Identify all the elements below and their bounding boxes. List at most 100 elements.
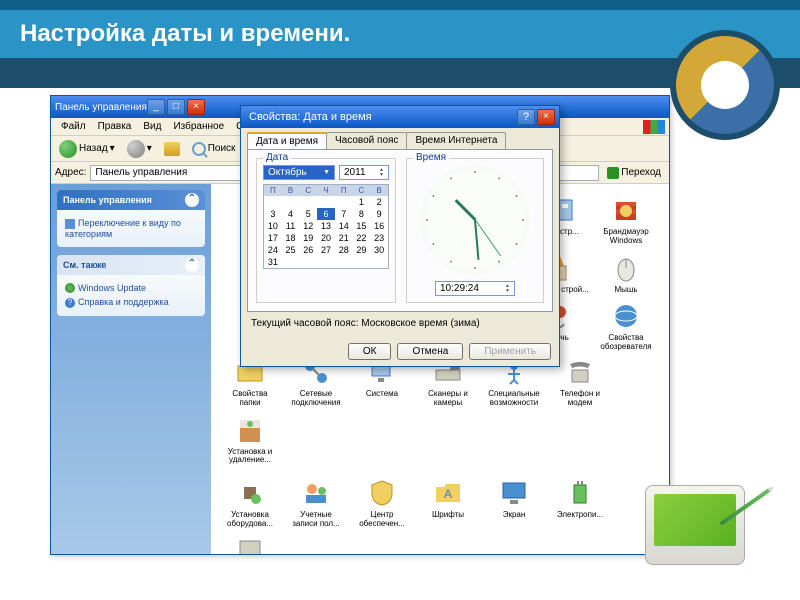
calendar-day[interactable]: 18 xyxy=(282,232,300,244)
tab-timezone[interactable]: Часовой пояс xyxy=(326,132,407,149)
dialog-title-text: Свойства: Дата и время xyxy=(245,111,517,123)
back-label: Назад xyxy=(79,143,108,154)
calendar-day[interactable]: 26 xyxy=(299,244,317,256)
calendar-day[interactable]: 23 xyxy=(370,232,388,244)
calendar-day xyxy=(317,256,335,268)
calendar-day[interactable]: 28 xyxy=(335,244,353,256)
calendar-day xyxy=(299,196,317,208)
control-panel-item[interactable]: Учетные записи пол... xyxy=(287,477,345,529)
control-panel-item[interactable]: Центр обеспечен... xyxy=(353,477,411,529)
control-panel-item[interactable]: Установка оборудова... xyxy=(221,477,279,529)
calendar-weekdays: ПВСЧПСВ xyxy=(264,185,388,196)
tab-datetime[interactable]: Дата и время xyxy=(247,132,327,149)
cp-icon-glyph xyxy=(564,356,596,388)
cp-icon-label: Сетевые подключения xyxy=(287,390,345,408)
control-panel-item[interactable]: Свойства обозревателя xyxy=(597,300,655,352)
menu-favorites[interactable]: Избранное xyxy=(167,121,230,132)
tablet-body xyxy=(645,485,745,565)
forward-button[interactable]: ▾ xyxy=(123,138,156,160)
month-dropdown[interactable]: Октябрь▼ xyxy=(263,165,335,180)
switch-category-link[interactable]: Переключение к виду по категориям xyxy=(65,216,197,241)
clock-tick xyxy=(432,195,434,197)
calendar-day[interactable]: 14 xyxy=(335,220,353,232)
calendar-day[interactable]: 8 xyxy=(353,208,371,220)
control-panel-item[interactable]: Мышь xyxy=(597,252,655,295)
cp-icon-label: Сканеры и камеры xyxy=(419,390,477,408)
sidebar-panel-seealso-header[interactable]: См. также ⌃ xyxy=(57,255,205,275)
chevron-down-icon: ▼ xyxy=(323,169,330,176)
collapse-icon[interactable]: ⌃ xyxy=(185,193,199,207)
calendar: ПВСЧПСВ 12345678910111213141516171819202… xyxy=(263,184,389,269)
calendar-day[interactable]: 5 xyxy=(299,208,317,220)
ok-button[interactable]: ОК xyxy=(348,343,392,360)
control-panel-item[interactable]: Брандмауэр Windows xyxy=(597,194,655,246)
apply-button[interactable]: Применить xyxy=(469,343,551,360)
calendar-day[interactable]: 9 xyxy=(370,208,388,220)
windows-update-link[interactable]: Windows Update xyxy=(65,281,197,296)
calendar-day[interactable]: 10 xyxy=(264,220,282,232)
calendar-day[interactable]: 19 xyxy=(299,232,317,244)
explorer-sidebar: Панель управления ⌃ Переключение к виду … xyxy=(51,184,211,554)
calendar-day[interactable]: 3 xyxy=(264,208,282,220)
menu-file[interactable]: Файл xyxy=(55,121,92,132)
calendar-day[interactable]: 31 xyxy=(264,256,282,268)
menu-edit[interactable]: Правка xyxy=(92,121,138,132)
calendar-day[interactable]: 20 xyxy=(317,232,335,244)
control-panel-item[interactable]: ре xyxy=(221,535,279,554)
control-panel-item[interactable]: Установка и удаление... xyxy=(221,414,279,466)
cp-icon-label: Шрифты xyxy=(419,511,477,520)
address-value: Панель управления xyxy=(95,167,187,178)
calendar-day[interactable]: 17 xyxy=(264,232,282,244)
cancel-button[interactable]: Отмена xyxy=(397,343,463,360)
go-button[interactable]: Переход xyxy=(603,167,665,179)
control-panel-item[interactable]: Электропи... xyxy=(551,477,609,529)
control-panel-item[interactable]: Экран xyxy=(485,477,543,529)
cp-icon-label: Учетные записи пол... xyxy=(287,511,345,529)
calendar-day[interactable]: 16 xyxy=(370,220,388,232)
calendar-day[interactable]: 30 xyxy=(370,244,388,256)
calendar-day[interactable]: 11 xyxy=(282,220,300,232)
help-button[interactable]: ? xyxy=(517,109,535,125)
calendar-day[interactable]: 12 xyxy=(299,220,317,232)
back-button[interactable]: Назад ▾ xyxy=(55,138,119,160)
calendar-day[interactable]: 15 xyxy=(353,220,371,232)
slide-title: Настройка даты и времени. xyxy=(0,0,800,58)
control-panel-item[interactable]: AШрифты xyxy=(419,477,477,529)
maximize-button[interactable]: □ xyxy=(167,99,185,115)
calendar-day[interactable]: 29 xyxy=(353,244,371,256)
search-button[interactable]: Поиск xyxy=(188,140,240,158)
calendar-day[interactable]: 1 xyxy=(353,196,371,208)
close-button[interactable]: × xyxy=(187,99,205,115)
cp-icon-glyph xyxy=(564,477,596,509)
calendar-day[interactable]: 25 xyxy=(282,244,300,256)
up-button[interactable] xyxy=(160,140,184,158)
tab-internet-time[interactable]: Время Интернета xyxy=(406,132,506,149)
calendar-day[interactable]: 13 xyxy=(317,220,335,232)
calendar-day[interactable]: 22 xyxy=(353,232,371,244)
help-link[interactable]: ?Справка и поддержка xyxy=(65,295,197,310)
calendar-day[interactable]: 4 xyxy=(282,208,300,220)
dialog-titlebar: Свойства: Дата и время ? × xyxy=(241,106,559,128)
spin-arrows-icon: ▲▼ xyxy=(379,168,384,178)
windows-flag-icon xyxy=(643,120,665,134)
calendar-day[interactable]: 2 xyxy=(370,196,388,208)
analog-clock xyxy=(420,165,530,275)
dialog-buttons: ОК Отмена Применить xyxy=(241,337,559,366)
calendar-days: 1234567891011121314151617181920212223242… xyxy=(264,196,388,268)
minimize-button[interactable]: _ xyxy=(147,99,165,115)
collapse-icon[interactable]: ⌃ xyxy=(185,258,199,272)
calendar-day[interactable]: 27 xyxy=(317,244,335,256)
menu-view[interactable]: Вид xyxy=(137,121,167,132)
calendar-day[interactable]: 6 xyxy=(317,208,335,220)
calendar-day[interactable]: 7 xyxy=(335,208,353,220)
calendar-day[interactable]: 24 xyxy=(264,244,282,256)
date-group-label: Дата xyxy=(263,152,291,163)
calendar-day[interactable]: 21 xyxy=(335,232,353,244)
year-spinner[interactable]: 2011▲▼ xyxy=(339,165,389,180)
folder-up-icon xyxy=(164,142,180,156)
time-spinner[interactable]: 10:29:24▲▼ xyxy=(435,281,515,296)
hour-hand xyxy=(454,199,476,221)
sidebar-panel-main-header[interactable]: Панель управления ⌃ xyxy=(57,190,205,210)
sidebar-panel-seealso: См. также ⌃ Windows Update ?Справка и по… xyxy=(57,255,205,316)
dialog-close-button[interactable]: × xyxy=(537,109,555,125)
